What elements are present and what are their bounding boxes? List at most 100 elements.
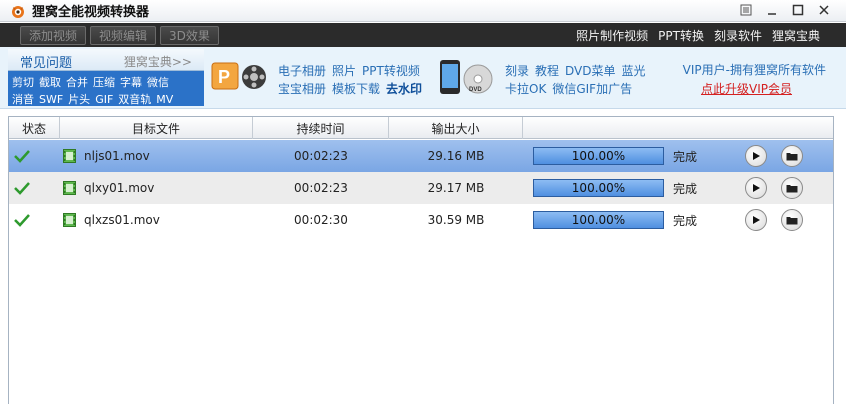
check-icon [12,172,32,204]
faq-link[interactable]: 消音 [12,93,34,106]
vip-upgrade-link[interactable]: 点此升级VIP会员 [701,80,792,97]
play-icon[interactable] [745,209,767,231]
promo1-line2: 宝宝相册 模板下载 去水印 [278,80,428,97]
promo-link[interactable]: 电子相册 [278,64,326,78]
faq-link[interactable]: MV [156,93,173,106]
video-edit-button[interactable]: 视频编辑 [90,25,157,45]
file-cell: qlxzs01.mov [63,204,253,236]
column-header-duration[interactable]: 持续时间 [253,117,389,139]
promo-link[interactable]: 模板下载 [332,82,380,96]
file-table: 状态 目标文件 持续时间 输出大小 nljs01.mov 00:02:23 29… [8,116,834,404]
faq-link[interactable]: 剪切 [12,76,34,89]
video-file-icon [63,213,76,227]
table-header: 状态 目标文件 持续时间 输出大小 [9,117,833,139]
faq-link[interactable]: 片头 [68,93,90,106]
check-icon [12,140,32,172]
folder-icon[interactable] [781,177,803,199]
folder-icon[interactable] [781,209,803,231]
progress-bar: 100.00% [533,179,664,197]
check-icon [12,204,32,236]
faq-link[interactable]: 截取 [39,76,61,89]
faq-link[interactable]: 压缩 [93,76,115,89]
faq-panel: 常见问题 狸窝宝典>> 剪切 截取 合并 压缩 字幕 微信 消音 SWF 片头 GIF 双音轨 MV [8,49,204,106]
promo-link[interactable]: 微信GIF加广告 [552,82,632,96]
svg-text:DVD: DVD [469,87,482,93]
app-logo-icon [12,5,24,18]
play-icon[interactable] [745,177,767,199]
faq-link[interactable]: 双音轨 [118,93,151,106]
faq-more-link[interactable]: 狸窝宝典>> [124,53,192,70]
progress-label: 100.00% [571,149,626,163]
duration-cell: 00:02:23 [294,181,348,195]
promo-link[interactable]: 卡拉OK [505,82,546,96]
progress-label: 100.00% [571,213,626,227]
table-row[interactable]: qlxy01.mov 00:02:23 29.17 MB 100.00% 完成 [9,172,833,204]
size-cell: 30.59 MB [427,213,485,227]
folder-icon[interactable] [781,145,803,167]
top-links: 照片制作视频 PPT转换 刻录软件 狸窝宝典 [576,27,820,44]
column-header-status[interactable]: 状态 [9,117,60,139]
column-header-file[interactable]: 目标文件 [60,117,253,139]
progress-label: 100.00% [571,181,626,195]
file-name: qlxy01.mov [84,181,155,195]
promo-link[interactable]: 刻录 [505,64,529,78]
progress-bar: 100.00% [533,211,664,229]
promo-link[interactable]: 教程 [535,64,559,78]
table-row[interactable]: qlxzs01.mov 00:02:30 30.59 MB 100.00% 完成 [9,204,833,236]
size-cell: 29.16 MB [427,149,485,163]
promo-link-watermark[interactable]: 去水印 [386,82,422,96]
status-text: 完成 [673,181,698,196]
video-file-icon [63,149,76,163]
link-burn-software[interactable]: 刻录软件 [714,27,762,44]
table-row[interactable]: nljs01.mov 00:02:23 29.16 MB 100.00% 完成 [9,140,833,172]
file-cell: qlxy01.mov [63,172,253,204]
progress-bar: 100.00% [533,147,664,165]
ppt-film-icon[interactable]: P [210,59,268,95]
faq-row-1: 剪切 截取 合并 压缩 字幕 微信 [12,74,174,90]
faq-link[interactable]: SWF [39,93,63,106]
column-header-size[interactable]: 输出大小 [389,117,523,139]
faq-header: 常见问题 狸窝宝典>> [8,49,204,71]
menu-icon[interactable] [738,2,754,18]
play-icon[interactable] [745,145,767,167]
promo-link[interactable]: 照片 [332,64,356,78]
add-video-button[interactable]: 添加视频 [20,25,87,45]
column-header-progress[interactable] [523,117,833,139]
faq-link[interactable]: GIF [95,93,113,106]
toolbar: 添加视频 视频编辑 3D效果 照片制作视频 PPT转换 刻录软件 狸窝宝典 [0,23,846,47]
promo1-line1: 电子相册 照片 PPT转视频 [278,62,426,79]
duration-cell: 00:02:30 [294,213,348,227]
close-icon[interactable] [816,2,832,18]
faq-link[interactable]: 微信 [147,76,169,89]
link-photo-video[interactable]: 照片制作视频 [576,27,648,44]
faq-link[interactable]: 字幕 [120,76,142,89]
faq-row-2: 消音 SWF 片头 GIF 双音轨 MV [12,91,178,107]
duration-cell: 00:02:23 [294,149,348,163]
promo-banner: 常见问题 狸窝宝典>> 剪切 截取 合并 压缩 字幕 微信 消音 SWF 片头 GIF 双音轨 MV… [0,47,846,109]
faq-title[interactable]: 常见问题 [20,52,72,71]
size-cell: 29.17 MB [427,181,485,195]
link-ppt-convert[interactable]: PPT转换 [658,27,704,44]
promo-link[interactable]: 宝宝相册 [278,82,326,96]
svg-text:P: P [218,67,230,87]
faq-link[interactable]: 合并 [66,76,88,89]
minimize-icon[interactable] [764,2,780,18]
3d-effect-button[interactable]: 3D效果 [160,25,219,45]
phone-dvd-icon[interactable]: DVD [438,57,496,97]
promo2-line2: 卡拉OK 微信GIF加广告 [505,80,638,97]
file-name: nljs01.mov [84,149,150,163]
status-text: 完成 [673,213,698,228]
promo-link[interactable]: DVD菜单 [565,64,615,78]
app-title: 狸窝全能视频转换器 [32,5,150,20]
file-name: qlxzs01.mov [84,213,160,227]
maximize-icon[interactable] [790,2,806,18]
promo2-line1: 刻录 教程 DVD菜单 蓝光 [505,62,652,79]
video-file-icon [63,181,76,195]
promo-link[interactable]: PPT转视频 [362,64,420,78]
link-guide[interactable]: 狸窝宝典 [772,27,820,44]
window-controls [738,2,832,18]
promo-link[interactable]: 蓝光 [622,64,646,78]
title-bar: 狸窝全能视频转换器 [0,0,846,22]
vip-info: VIP用户-拥有狸窝所有软件 [682,63,826,77]
file-cell: nljs01.mov [63,140,253,172]
